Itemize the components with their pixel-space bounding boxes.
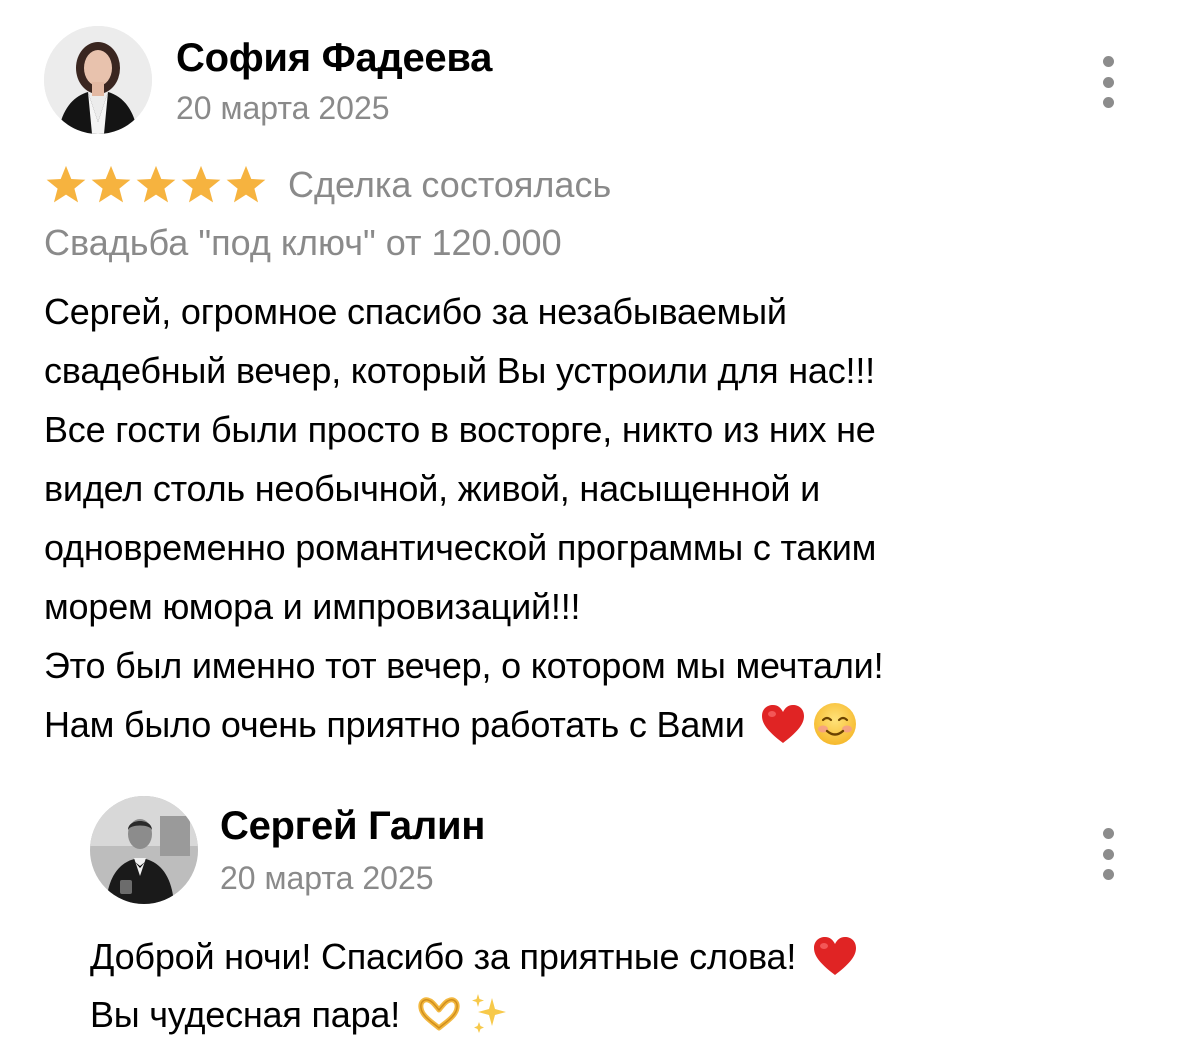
reply-text-line: Вы чудесная пара! — [90, 994, 401, 1035]
red-heart-icon — [760, 703, 806, 745]
replier-name[interactable]: Сергей Галин — [220, 802, 485, 850]
reply-text-line-with-emoji: Вы чудесная пара! — [90, 986, 1150, 1044]
star-icon — [179, 164, 223, 206]
reply-more-button[interactable] — [1094, 828, 1122, 880]
review-text-line-with-emoji: Нам было очень приятно работать с Вами — [44, 695, 1154, 754]
rating-row: Сделка состоялась — [44, 160, 611, 210]
reply-date: 20 марта 2025 — [220, 860, 434, 896]
reply-text-line-with-emoji: Доброй ночи! Спасибо за приятные слова! — [90, 928, 1150, 986]
reviewer-avatar-image — [44, 26, 152, 134]
review-more-button[interactable] — [1094, 56, 1122, 108]
service-name: Свадьба "под ключ" от 120.000 — [44, 222, 562, 263]
star-rating — [44, 164, 268, 206]
review-text-line: Это был именно тот вечер, о котором мы м… — [44, 645, 884, 686]
reply-text: Доброй ночи! Спасибо за приятные слова! … — [90, 928, 1150, 1044]
review-text-line: Нам было очень приятно работать с Вами — [44, 704, 745, 745]
replier-avatar[interactable] — [90, 796, 198, 904]
sparkles-icon — [468, 992, 512, 1036]
smiling-face-icon — [812, 701, 858, 747]
review-text-line: морем юмора и импровизаций!!! — [44, 586, 581, 627]
star-icon — [44, 164, 88, 206]
review-text-line: видел столь необычной, живой, насыщенной… — [44, 468, 821, 509]
star-icon — [134, 164, 178, 206]
review-text-line: Все гости были просто в восторге, никто … — [44, 409, 876, 450]
heart-hands-icon — [416, 994, 462, 1034]
review-text-line: Сергей, огромное спасибо за незабываемый — [44, 291, 787, 332]
review-text-line: свадебный вечер, который Вы устроили для… — [44, 350, 875, 391]
replier-avatar-image — [90, 796, 198, 904]
star-icon — [224, 164, 268, 206]
reviewer-name[interactable]: София Фадеева — [176, 34, 492, 82]
review-text-line: одновременно романтической программы с т… — [44, 527, 877, 568]
reviewer-avatar[interactable] — [44, 26, 152, 134]
review-date: 20 марта 2025 — [176, 90, 390, 126]
reply-text-line: Доброй ночи! Спасибо за приятные слова! — [90, 936, 797, 977]
red-heart-icon — [812, 935, 858, 977]
deal-status: Сделка состоялась — [288, 164, 612, 205]
more-vertical-icon — [1102, 56, 1114, 67]
more-vertical-icon — [1102, 828, 1114, 839]
star-icon — [89, 164, 133, 206]
review-text: Сергей, огромное спасибо за незабываемый… — [44, 282, 1154, 754]
